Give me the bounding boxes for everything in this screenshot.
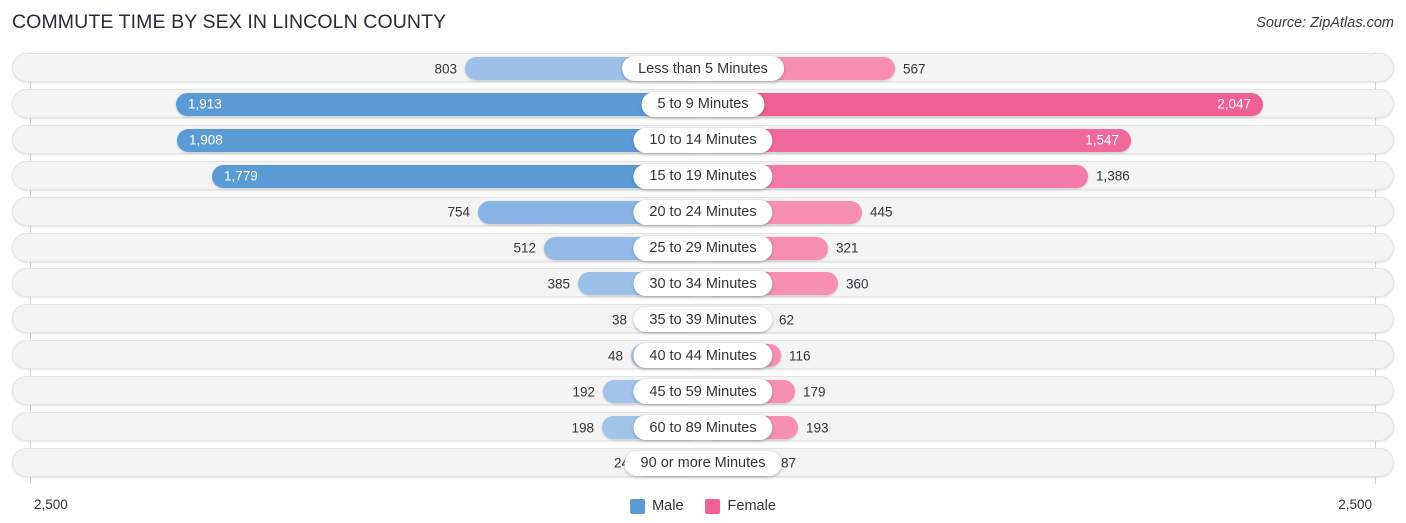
category-label: 15 to 19 Minutes	[633, 163, 773, 189]
bar-value-female: 1,386	[1096, 168, 1130, 184]
bar-value-male: 512	[513, 240, 536, 256]
table-row[interactable]: 192 179 45 to 59 Minutes	[12, 376, 1394, 406]
legend: Male Female	[630, 498, 776, 514]
bar-female[interactable]: 2,047	[703, 92, 1263, 116]
table-row[interactable]: 512 321 25 to 29 Minutes	[12, 232, 1394, 262]
bar-value-female: 445	[870, 204, 893, 220]
bar-row-inner: 1,779 1,386 15 to 19 Minutes	[13, 162, 1393, 189]
bar-value-female: 2,047	[1217, 96, 1251, 112]
axis-label-right: 2,500	[1338, 497, 1372, 512]
bar-row-inner: 192 179 45 to 59 Minutes	[13, 377, 1393, 405]
category-label: 60 to 89 Minutes	[633, 415, 773, 440]
page-title: COMMUTE TIME BY SEX IN LINCOLN COUNTY	[12, 11, 447, 33]
legend-swatch-female-icon	[705, 498, 721, 514]
chart-root: COMMUTE TIME BY SEX IN LINCOLN COUNTY So…	[0, 0, 1406, 523]
bar-row-inner: 803 567 Less than 5 Minutes	[13, 54, 1393, 81]
bar-row-inner: 512 321 25 to 29 Minutes	[13, 234, 1393, 261]
category-label: 20 to 24 Minutes	[633, 199, 773, 225]
bar-value-female: 360	[846, 276, 869, 292]
table-row[interactable]: 803 567 Less than 5 Minutes	[12, 53, 1394, 82]
category-label: Less than 5 Minutes	[622, 56, 784, 81]
bar-value-male: 754	[447, 204, 470, 220]
bar-row-inner: 1,913 2,047 5 to 9 Minutes	[13, 90, 1393, 117]
bar-value-female: 87	[781, 455, 797, 471]
source-attribution: Source: ZipAtlas.com	[1256, 15, 1394, 31]
category-label: 90 or more Minutes	[624, 450, 782, 476]
table-row[interactable]: 198 193 60 to 89 Minutes	[12, 412, 1394, 441]
bar-value-female: 62	[779, 312, 795, 328]
bar-value-male: 1,908	[189, 132, 223, 148]
bar-row-inner: 754 445 20 to 24 Minutes	[13, 198, 1393, 225]
bar-value-male: 1,913	[188, 96, 222, 112]
bar-male[interactable]: 1,913	[176, 92, 703, 116]
bar-value-female: 321	[836, 240, 859, 256]
legend-label-female: Female	[727, 498, 776, 514]
legend-label-male: Male	[652, 498, 684, 514]
plot-area: 803 567 Less than 5 Minutes 1,913 2,047 5 to …	[12, 52, 1394, 484]
bar-value-male: 803	[434, 60, 457, 76]
category-label: 45 to 59 Minutes	[633, 379, 773, 405]
legend-item-male[interactable]: Male	[630, 498, 684, 514]
bar-value-female: 1,547	[1085, 132, 1119, 148]
bar-row-inner: 24 87 90 or more Minutes	[13, 449, 1393, 476]
table-row[interactable]: 24 87 90 or more Minutes	[12, 447, 1394, 477]
table-row[interactable]: 1,913 2,047 5 to 9 Minutes	[12, 88, 1394, 118]
bar-male[interactable]: 1,908	[177, 128, 703, 152]
bar-male[interactable]: 1,779	[212, 164, 703, 188]
bar-value-male: 192	[572, 383, 595, 399]
bar-value-female: 116	[789, 347, 811, 363]
table-row[interactable]: 754 445 20 to 24 Minutes	[12, 196, 1394, 226]
bar-value-male: 198	[571, 419, 594, 435]
bar-value-male: 38	[611, 312, 627, 328]
legend-item-female[interactable]: Female	[705, 498, 776, 514]
bar-row-inner: 1,908 1,547 10 to 14 Minutes	[13, 126, 1393, 153]
category-label: 40 to 44 Minutes	[633, 343, 773, 369]
table-row[interactable]: 1,779 1,386 15 to 19 Minutes	[12, 160, 1394, 190]
bar-value-female: 179	[803, 383, 826, 399]
bar-row-inner: 385 360 30 to 34 Minutes	[13, 269, 1393, 297]
legend-swatch-male-icon	[630, 498, 646, 514]
axis-label-left: 2,500	[34, 497, 68, 512]
bar-value-male: 48	[607, 347, 623, 363]
table-row[interactable]: 48 116 40 to 44 Minutes	[12, 340, 1394, 370]
bar-row-inner: 48 116 40 to 44 Minutes	[13, 341, 1393, 369]
category-label: 35 to 39 Minutes	[633, 307, 773, 333]
bar-value-male: 1,779	[224, 168, 258, 184]
category-label: 25 to 29 Minutes	[633, 235, 773, 261]
bar-row-inner: 38 62 35 to 39 Minutes	[13, 305, 1393, 333]
category-label: 10 to 14 Minutes	[633, 127, 773, 153]
category-label: 5 to 9 Minutes	[641, 91, 765, 117]
category-label: 30 to 34 Minutes	[633, 271, 773, 297]
bar-value-female: 567	[903, 60, 926, 76]
table-row[interactable]: 1,908 1,547 10 to 14 Minutes	[12, 124, 1394, 154]
table-row[interactable]: 38 62 35 to 39 Minutes	[12, 304, 1394, 334]
bar-row-inner: 198 193 60 to 89 Minutes	[13, 413, 1393, 440]
bar-value-female: 193	[806, 419, 829, 435]
table-row[interactable]: 385 360 30 to 34 Minutes	[12, 268, 1394, 298]
bar-value-male: 385	[547, 276, 570, 292]
